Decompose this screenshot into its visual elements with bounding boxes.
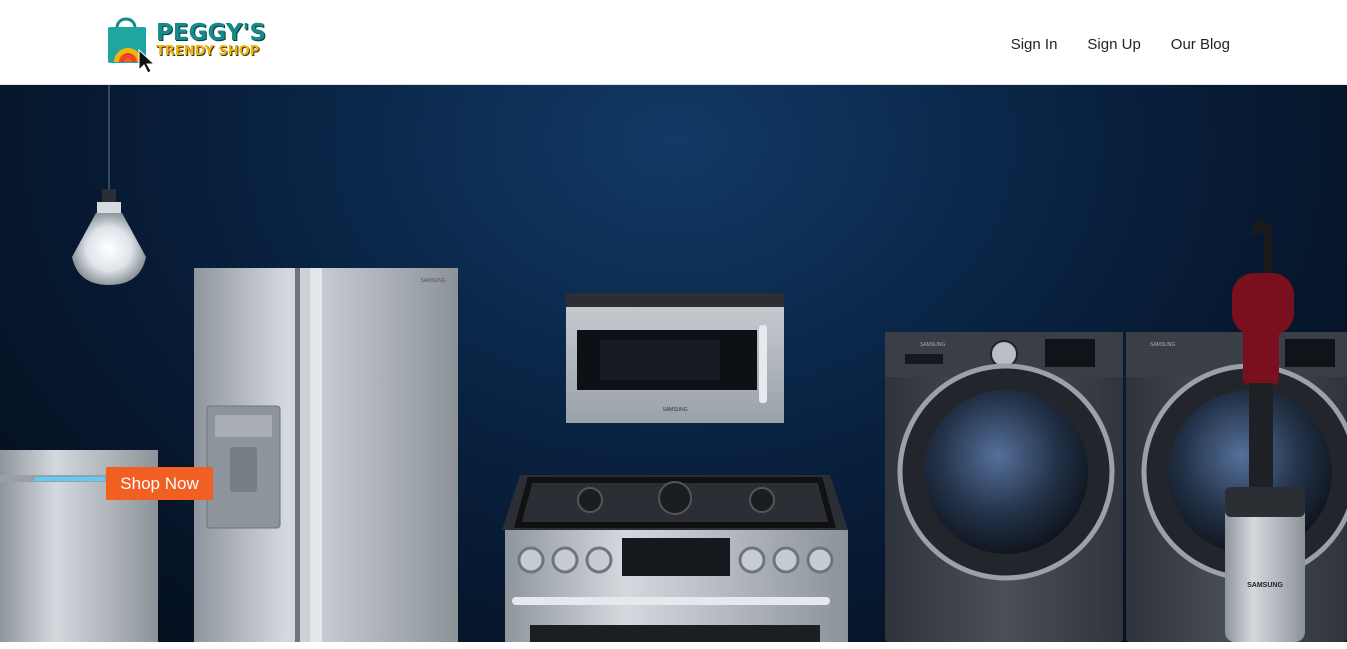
washer: SAMSUNG [885,332,1123,642]
shop-now-button[interactable]: Shop Now [106,467,213,500]
nav-blog-link[interactable]: Our Blog [1171,36,1230,53]
main-nav: Sign In Sign Up Our Blog [1011,36,1230,53]
appliances-illustration: SAMSUNG SAMSUNG SAMSUNG SAMSUNG SAMSUNG [0,85,1347,642]
refrigerator: SAMSUNG [194,268,458,642]
dryer-brand-mark: SAMSUNG [1150,342,1175,348]
vacuum-brand-mark: SAMSUNG [1247,582,1283,589]
washer-brand-mark: SAMSUNG [920,342,945,348]
light-bulb [72,85,146,285]
brand-name-line-1: PEGGY'S [156,20,267,46]
site-header: PEGGY'S TRENDY SHOP Sign In Sign Up Our … [0,0,1347,85]
fridge-brand-mark: SAMSUNG [420,278,445,284]
nav-sign-in-link[interactable]: Sign In [1011,36,1058,53]
gas-range [502,475,848,642]
page-content-edge [0,642,1347,649]
microwave: SAMSUNG [566,293,784,423]
nav-sign-up-link[interactable]: Sign Up [1087,36,1140,53]
brand-name-line-2: TRENDY SHOP [156,44,260,59]
microwave-brand-mark: SAMSUNG [662,407,687,413]
hero-banner: SAMSUNG SAMSUNG SAMSUNG SAMSUNG SAMSUNG … [0,85,1347,642]
brand-logo[interactable]: PEGGY'S TRENDY SHOP [106,12,271,74]
